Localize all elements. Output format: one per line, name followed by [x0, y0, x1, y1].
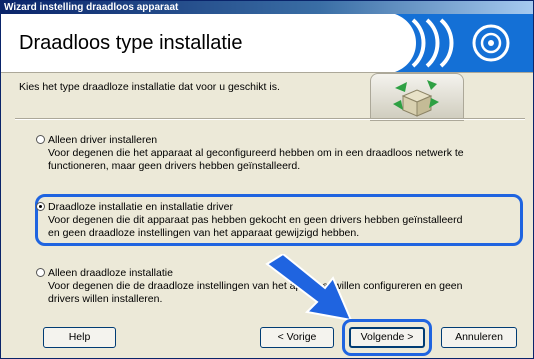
option-description: en geen draadloze instellingen van het a… — [48, 227, 360, 239]
window-title: Wizard instelling draadloos apparaat — [1, 1, 533, 14]
option-driver-only[interactable]: Alleen driver installeren Voor degenen d… — [36, 134, 464, 173]
option-description: Voor degenen die het apparaat al geconfi… — [48, 147, 464, 159]
header-panel: Draadloos type installatie — [1, 14, 533, 73]
option-wireless-only[interactable]: Alleen draadloze installatie Voor degene… — [36, 267, 463, 306]
install-box-icon — [370, 73, 464, 121]
radio-driver-only[interactable] — [36, 135, 45, 144]
radio-wireless-and-driver[interactable] — [36, 202, 45, 211]
option-description: Voor degenen die dit apparaat pas hebben… — [48, 214, 463, 226]
next-button[interactable]: Volgende > — [349, 327, 425, 348]
option-description: functioneren, maar geen drivers hebben g… — [48, 160, 301, 172]
radio-wireless-only[interactable] — [36, 268, 45, 277]
option-description: Voor degenen die de draadloze instelling… — [48, 280, 463, 292]
option-description: drivers willen installeren. — [48, 293, 163, 305]
page-title: Draadloos type installatie — [19, 32, 243, 54]
wireless-logo-icon — [363, 14, 533, 72]
help-button[interactable]: Help — [43, 327, 116, 348]
option-wireless-and-driver[interactable]: Draadloze installatie en installatie dri… — [36, 201, 463, 240]
separator — [15, 118, 525, 120]
option-label: Alleen driver installeren — [48, 134, 158, 146]
cancel-button[interactable]: Annuleren — [441, 327, 517, 348]
back-button[interactable]: < Vorige — [260, 327, 334, 348]
option-label: Alleen draadloze installatie — [48, 267, 173, 279]
instruction-text: Kies het type draadloze installatie dat … — [19, 81, 280, 93]
pointer-arrow-icon — [265, 254, 353, 322]
wizard-dialog: Wizard instelling draadloos apparaat Dra… — [0, 0, 534, 359]
option-label: Draadloze installatie en installatie dri… — [48, 201, 234, 213]
